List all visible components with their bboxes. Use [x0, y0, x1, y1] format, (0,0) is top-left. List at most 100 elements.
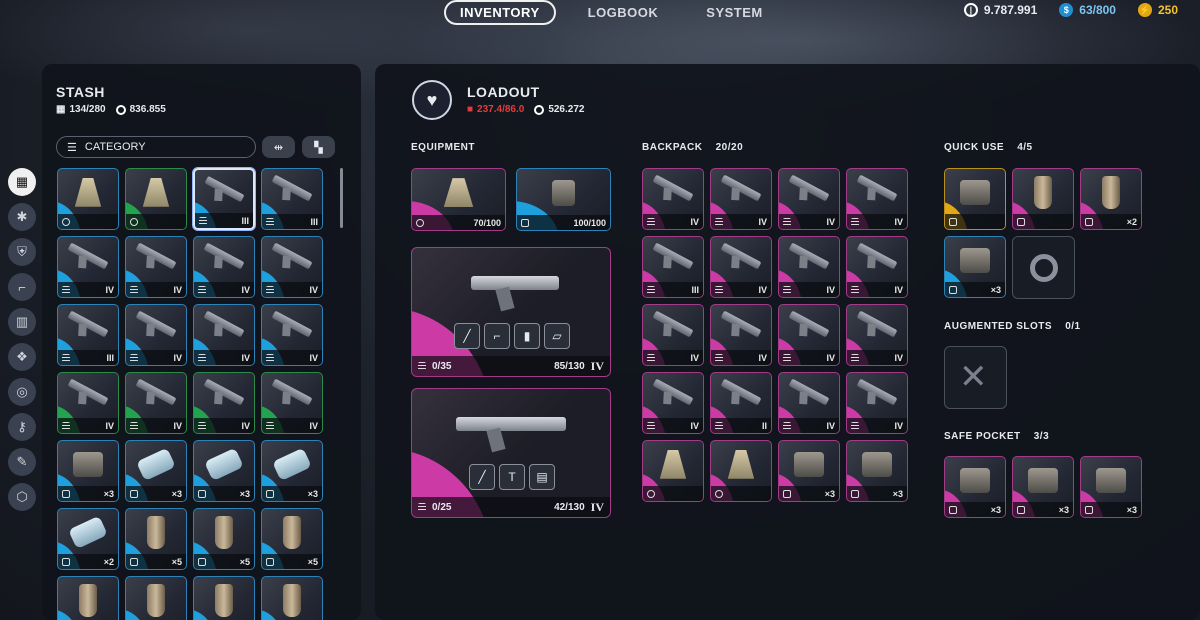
wrench-icon[interactable]: ✎ [8, 448, 36, 476]
item-slot[interactable]: ×2 [1080, 168, 1142, 230]
item-slot[interactable]: III [193, 168, 255, 230]
item-slot[interactable]: IV [710, 304, 772, 366]
item-slot[interactable]: IV [846, 304, 908, 366]
item-slot[interactable]: IV [710, 168, 772, 230]
item-slot[interactable]: ×3 [778, 440, 840, 502]
item-slot[interactable] [710, 440, 772, 502]
item-slot[interactable]: IV [261, 372, 323, 434]
item-slot[interactable]: IV [642, 304, 704, 366]
item-slot[interactable]: IV [710, 236, 772, 298]
item-slot[interactable]: IV [642, 372, 704, 434]
item-slot[interactable]: ×3 [57, 440, 119, 502]
item-slot[interactable]: ×3 [1080, 456, 1142, 518]
item-slot[interactable]: ×3 [193, 440, 255, 502]
item-tier: ×3 [171, 488, 182, 499]
tab-system[interactable]: SYSTEM [690, 0, 778, 25]
item-slot[interactable]: IV [261, 304, 323, 366]
item-slot[interactable]: IV [778, 236, 840, 298]
item-slot[interactable]: ×2 [57, 508, 119, 570]
item-slot[interactable]: IV [846, 236, 908, 298]
item-slot[interactable]: ×3 [846, 440, 908, 502]
item-slot[interactable]: IV [57, 236, 119, 298]
attachment-grip[interactable]: ⌐ [484, 323, 510, 349]
item-slot[interactable] [642, 440, 704, 502]
item-footer: IV [711, 282, 771, 297]
augment-slot[interactable]: 70/100 [411, 168, 506, 231]
item-slot[interactable]: III [642, 236, 704, 298]
item-slot[interactable]: ×5 [261, 508, 323, 570]
mod-icon[interactable]: ❖ [8, 343, 36, 371]
item-slot[interactable] [944, 168, 1006, 230]
item-slot[interactable]: ×3 [261, 440, 323, 502]
item-slot[interactable] [125, 576, 187, 620]
gun-icon [203, 378, 245, 406]
item-slot[interactable]: IV [193, 304, 255, 366]
key-icon[interactable]: ⚷ [8, 413, 36, 441]
item-slot[interactable] [57, 168, 119, 230]
category-filter[interactable]: ☰ CATEGORY [56, 136, 256, 158]
heart-icon: ♥ [412, 80, 452, 120]
shield-slot[interactable]: 100/100 [516, 168, 611, 231]
item-slot[interactable]: IV [778, 168, 840, 230]
attachment-grip[interactable]: T [499, 464, 525, 490]
item-slot[interactable]: IV [193, 236, 255, 298]
item-slot[interactable]: IV [57, 372, 119, 434]
item-slot[interactable]: ×3 [944, 456, 1006, 518]
item-slot[interactable]: IV [125, 372, 187, 434]
weapon-slot-1[interactable]: ╱ ⌐ ▮ ▱ 0/35 85/130 IV [411, 247, 611, 377]
stash-scrollbar[interactable] [340, 168, 343, 228]
grid-icon[interactable]: ▦ [8, 168, 36, 196]
ammo-icon[interactable]: ▥ [8, 308, 36, 336]
attachment-magazine[interactable]: ▤ [529, 464, 555, 490]
item-slot[interactable]: IV [642, 168, 704, 230]
attachment-muzzle[interactable]: ╱ [469, 464, 495, 490]
attachment-stock[interactable]: ▱ [544, 323, 570, 349]
weapon-icon[interactable]: ⌐ [8, 273, 36, 301]
sort-button[interactable]: ▚ [302, 136, 335, 158]
attachment-muzzle[interactable]: ╱ [454, 323, 480, 349]
item-slot[interactable]: III [261, 168, 323, 230]
item-slot[interactable]: ×3 [1012, 456, 1074, 518]
item-slot[interactable]: IV [125, 236, 187, 298]
augmented-slot[interactable]: ✕ [944, 346, 1007, 409]
item-footer: IV [126, 418, 186, 433]
item-slot[interactable]: II [710, 372, 772, 434]
tab-logbook[interactable]: LOGBOOK [572, 0, 675, 25]
gun-icon [271, 242, 313, 270]
item-slot[interactable]: IV [846, 168, 908, 230]
item-slot[interactable]: IV [261, 236, 323, 298]
item-slot[interactable]: IV [193, 372, 255, 434]
item-slot[interactable]: ×3 [125, 440, 187, 502]
item-slot[interactable]: ×3 [944, 236, 1006, 298]
item-slot[interactable] [57, 576, 119, 620]
collapse-button[interactable]: ⇹ [262, 136, 295, 158]
item-slot[interactable]: IV [125, 304, 187, 366]
weapon-slot-2[interactable]: ╱ T ▤ 0/25 42/130 IV [411, 388, 611, 518]
quick-use-empty-slot[interactable] [1012, 236, 1075, 299]
item-slot[interactable]: III [57, 304, 119, 366]
item-type-icon [199, 216, 207, 225]
item-slot[interactable]: IV [778, 304, 840, 366]
item-type-icon [266, 217, 274, 226]
ring-icon[interactable]: ◎ [8, 378, 36, 406]
item-footer: IV [779, 282, 839, 297]
item-slot[interactable] [261, 576, 323, 620]
item-slot[interactable]: IV [778, 372, 840, 434]
item-slot[interactable]: ×5 [193, 508, 255, 570]
cube-icon[interactable]: ⬡ [8, 483, 36, 511]
item-slot[interactable] [193, 576, 255, 620]
credits-icon: | [963, 3, 978, 17]
tab-inventory[interactable]: INVENTORY [444, 0, 556, 25]
capacity-value: 63/800 [1079, 3, 1116, 17]
item-slot[interactable]: ×5 [125, 508, 187, 570]
attachment-magazine[interactable]: ▮ [514, 323, 540, 349]
item-slot[interactable] [1012, 168, 1074, 230]
consumable-icon[interactable]: ✱ [8, 203, 36, 231]
gun-icon [788, 174, 830, 202]
can-icon [215, 584, 233, 618]
item-slot[interactable]: IV [846, 372, 908, 434]
item-slot[interactable] [125, 168, 187, 230]
muzzle-icon: ╱ [478, 470, 486, 484]
shield-icon[interactable]: ⛨ [8, 238, 36, 266]
item-type-icon [647, 353, 655, 362]
